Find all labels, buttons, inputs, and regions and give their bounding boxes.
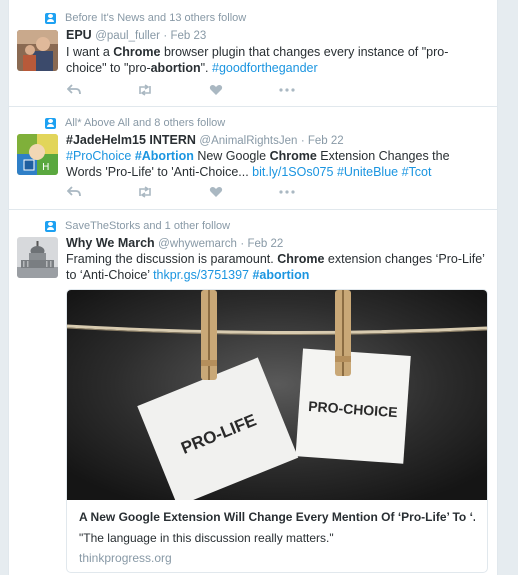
person-follow-icon	[45, 117, 56, 129]
reply-icon[interactable]	[67, 84, 81, 96]
follow-context: All* Above All and 8 others follow	[45, 117, 225, 129]
card-domain[interactable]: thinkprogress.org	[79, 551, 172, 565]
highlight-term: Chrome	[269, 149, 317, 163]
user-handle[interactable]: @whywemarch	[158, 238, 237, 250]
tweet[interactable]: Before It's News and 13 others follow EP…	[9, 0, 497, 107]
hashtag-link[interactable]: #Tcot	[402, 165, 432, 179]
follow-context: Before It's News and 13 others follow	[45, 12, 246, 24]
follow-context-text: SaveTheStorks and 1 other follow	[65, 220, 231, 232]
card-description: "The language in this discussion really …	[79, 531, 334, 545]
tweet[interactable]: All* Above All and 8 others follow H #Ja…	[9, 107, 497, 210]
card-image: PRO-LIFE PRO-CHOICE	[67, 290, 487, 507]
tweet-header: #JadeHelm15 INTERN @AnimalRightsJen · Fe…	[66, 133, 344, 147]
hashtag-link[interactable]: #abortion	[252, 268, 309, 282]
hashtag-link[interactable]: #Abortion	[135, 149, 194, 163]
timeline: Before It's News and 13 others follow EP…	[8, 0, 498, 575]
hashtag-link[interactable]: #goodforthegander	[212, 61, 318, 75]
tweet[interactable]: SaveTheStorks and 1 other follow Why We …	[9, 210, 497, 575]
follow-context-text: All* Above All and 8 others follow	[65, 117, 226, 129]
text-segment: ".	[200, 61, 212, 75]
tweet-text: Framing the discussion is paramount. Chr…	[66, 251, 486, 283]
tweet-actions	[67, 84, 351, 96]
highlight-term: abortion	[150, 61, 201, 75]
highlight-term: Chrome	[277, 252, 325, 266]
like-icon[interactable]	[209, 84, 223, 96]
person-follow-icon	[45, 220, 56, 232]
hashtag-link[interactable]: #ProChoice	[66, 149, 131, 163]
tweet-header: EPU @paul_fuller · Feb 23	[66, 28, 206, 42]
text-segment: New Google	[193, 149, 270, 163]
retweet-icon[interactable]	[137, 186, 153, 198]
tweet-header: Why We March @whywemarch · Feb 22	[66, 236, 283, 250]
like-icon[interactable]	[209, 186, 223, 198]
retweet-icon[interactable]	[137, 84, 153, 96]
avatar-image-icon: H	[17, 134, 58, 175]
reply-icon[interactable]	[67, 186, 81, 198]
tweet-text: I want a Chrome browser plugin that chan…	[66, 44, 486, 76]
capitol-building-icon	[17, 237, 58, 278]
follow-context: SaveTheStorks and 1 other follow	[45, 220, 230, 232]
more-icon[interactable]	[279, 186, 295, 198]
follow-context-text: Before It's News and 13 others follow	[65, 12, 247, 24]
more-icon[interactable]	[279, 84, 295, 96]
tweet-actions	[67, 186, 351, 198]
display-name[interactable]: EPU	[66, 28, 92, 42]
avatar-image-icon	[17, 30, 58, 71]
person-follow-icon	[45, 12, 56, 24]
link-card[interactable]: PRO-LIFE PRO-CHOICE A New Google Extensi…	[66, 289, 488, 573]
display-name[interactable]: #JadeHelm15 INTERN	[66, 133, 196, 147]
tweet-date[interactable]: · Feb 22	[301, 135, 344, 147]
text-segment: I want a	[66, 45, 114, 59]
tweet-date[interactable]: · Feb 22	[240, 238, 283, 250]
svg-text:H: H	[42, 162, 50, 173]
user-handle[interactable]: @AnimalRightsJen	[199, 135, 297, 147]
clothespin-notes-image: PRO-LIFE PRO-CHOICE	[67, 290, 487, 507]
avatar[interactable]	[17, 30, 58, 71]
tweet-date[interactable]: · Feb 23	[163, 30, 206, 42]
user-handle[interactable]: @paul_fuller	[95, 30, 160, 42]
display-name[interactable]: Why We March	[66, 236, 155, 250]
highlight-term: Chrome	[113, 45, 161, 59]
text-segment: Framing the discussion is paramount.	[66, 252, 278, 266]
avatar[interactable]: H	[17, 134, 58, 175]
avatar[interactable]	[17, 237, 58, 278]
hashtag-link[interactable]: #UniteBlue	[337, 165, 398, 179]
tweet-text: #ProChoice #Abortion New Google Chrome E…	[66, 148, 486, 180]
short-link[interactable]: thkpr.gs/3751397	[153, 268, 249, 282]
card-title[interactable]: A New Google Extension Will Change Every…	[79, 510, 475, 524]
short-link[interactable]: bit.ly/1SOs075	[252, 165, 333, 179]
